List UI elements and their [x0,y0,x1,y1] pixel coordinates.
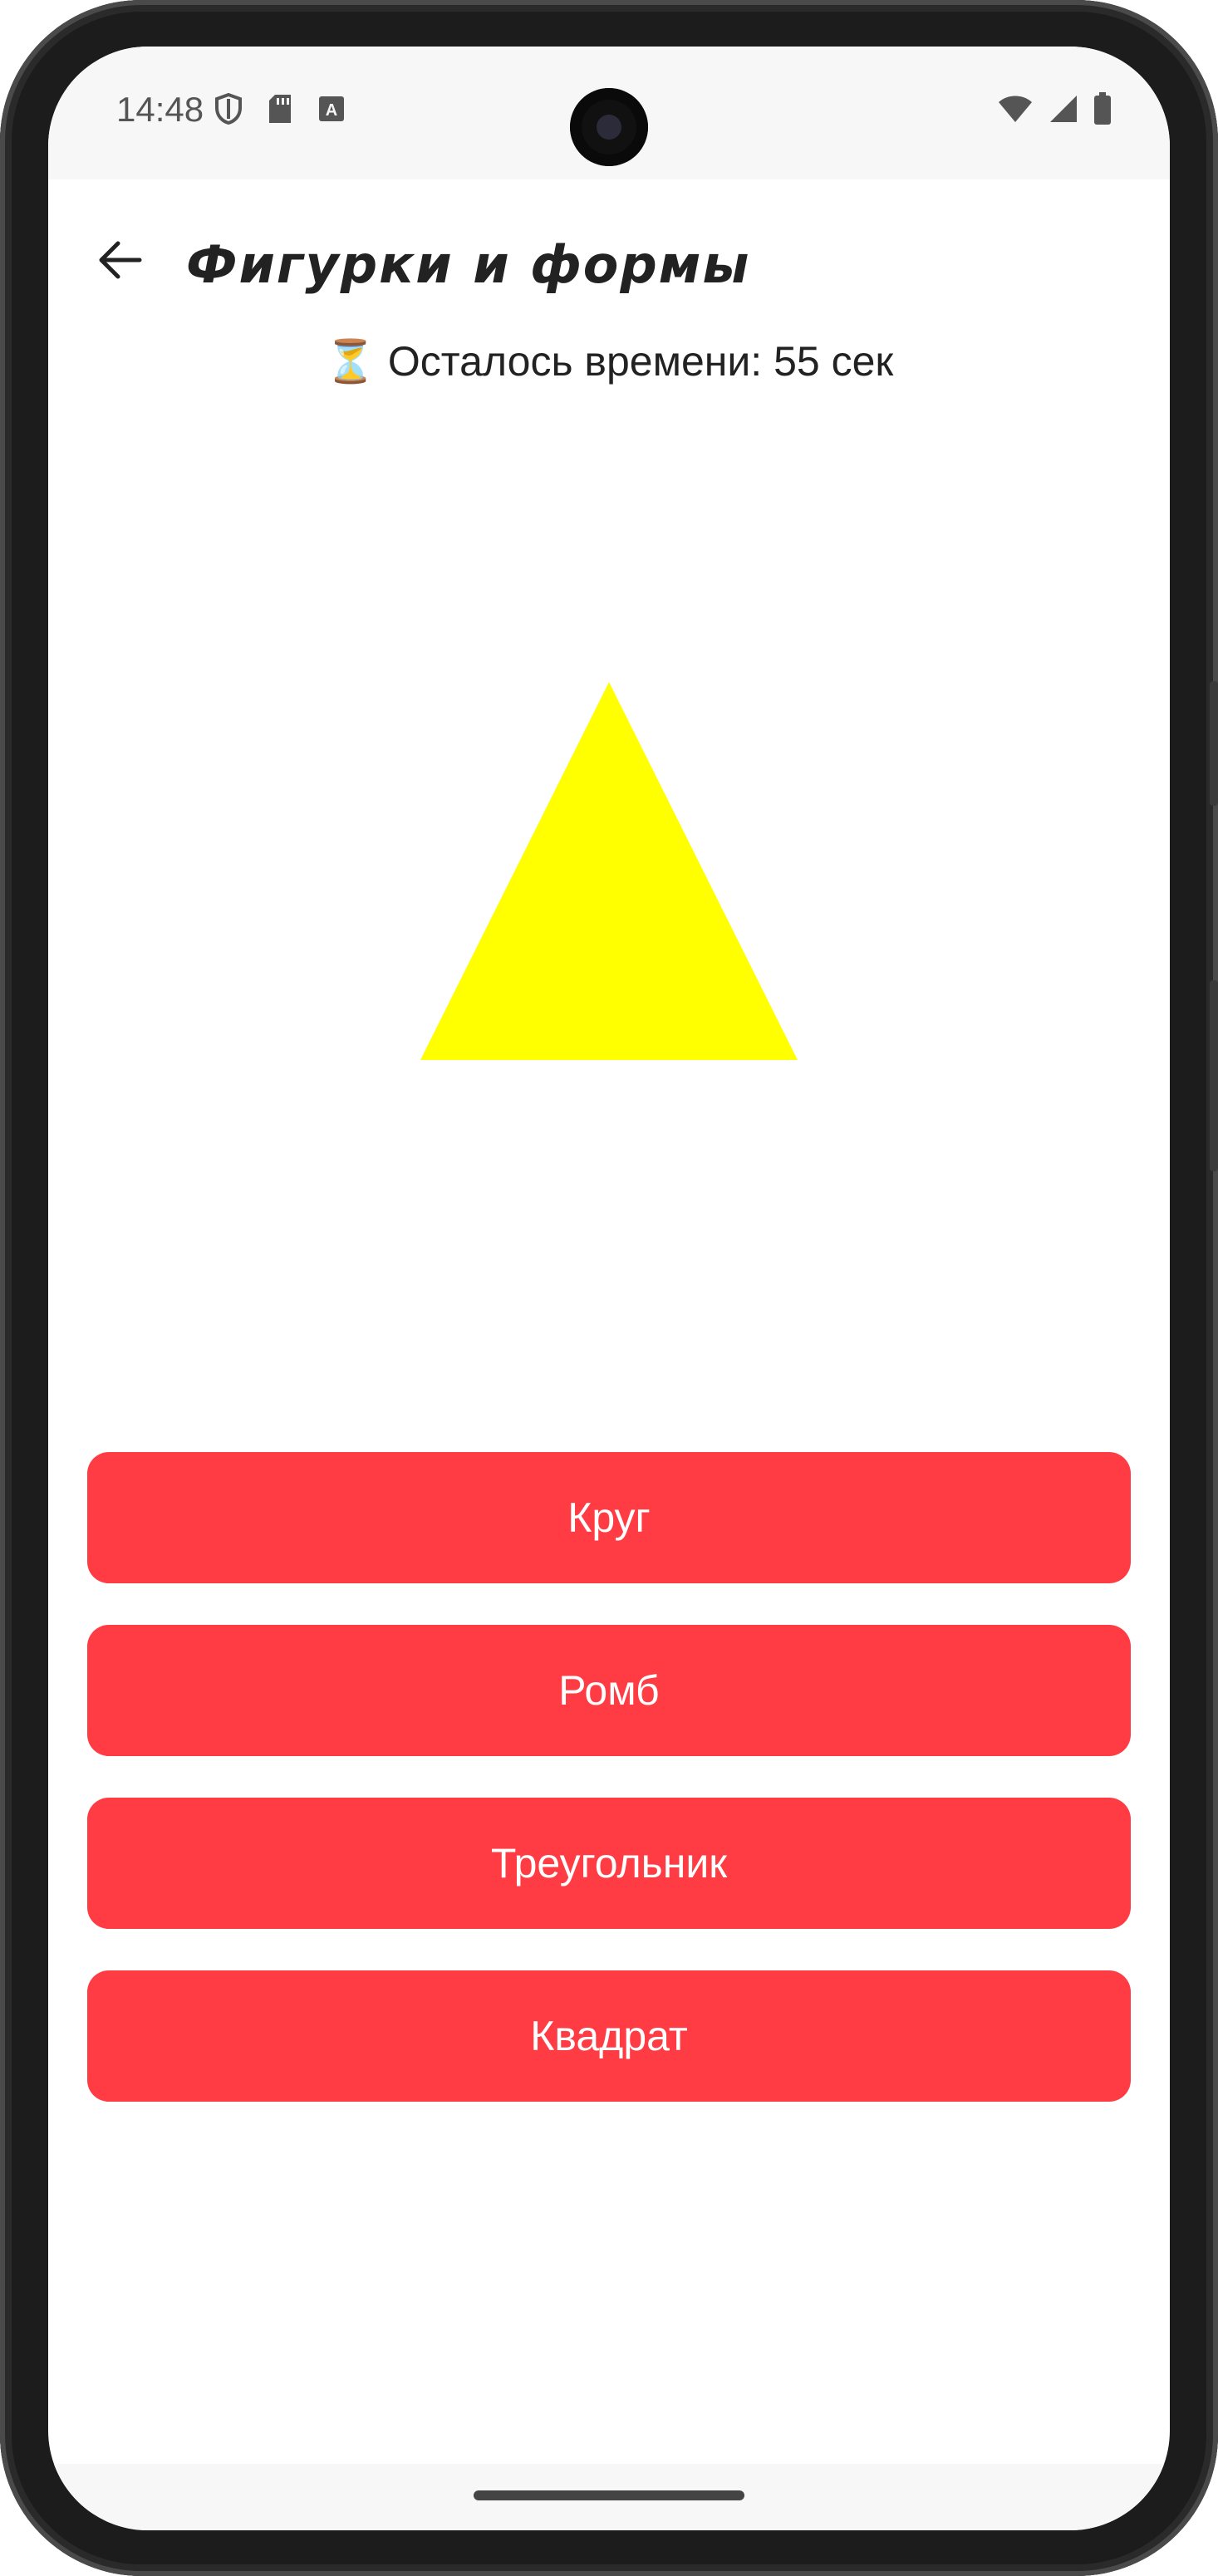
hourglass-icon: ⏳ [324,338,376,385]
home-indicator[interactable] [474,2490,744,2500]
svg-text:A: A [326,101,337,120]
sd-card-icon [269,95,291,123]
answer-button-circle[interactable]: Круг [87,1452,1131,1583]
volume-button [1210,681,1218,806]
phone-frame: 14:48 A Фигурки и формы ⏳ Осталось време… [0,0,1218,2576]
answer-button-rhombus[interactable]: Ромб [87,1625,1131,1756]
front-camera [570,88,648,166]
power-button [1210,980,1218,1171]
status-time: 14:48 [116,90,204,129]
arrow-back-icon[interactable] [91,231,150,289]
status-bar: 14:48 A [48,47,1170,179]
status-icons-left: A [214,92,346,125]
answer-button-triangle[interactable]: Треугольник [87,1798,1131,1929]
shield-icon [215,92,242,125]
timer-label: ⏳ Осталось времени: 55 сек [48,337,1170,386]
triangle-shape [420,682,798,1060]
navigation-bar [48,2464,1170,2530]
status-icons-right [997,92,1112,125]
signal-icon [1050,96,1077,122]
shape-display [48,628,1170,1060]
keyboard-a-icon: A [319,96,344,121]
wifi-icon [999,96,1032,122]
answer-button-square[interactable]: Квадрат [87,1970,1131,2102]
app-bar: Фигурки и формы [48,213,1170,312]
screen: 14:48 A Фигурки и формы ⏳ Осталось време… [48,47,1170,2530]
timer-text: Осталось времени: 55 сек [387,338,894,385]
page-title: Фигурки и формы [186,234,751,295]
battery-icon [1094,92,1111,125]
shape-canvas [420,682,798,1060]
